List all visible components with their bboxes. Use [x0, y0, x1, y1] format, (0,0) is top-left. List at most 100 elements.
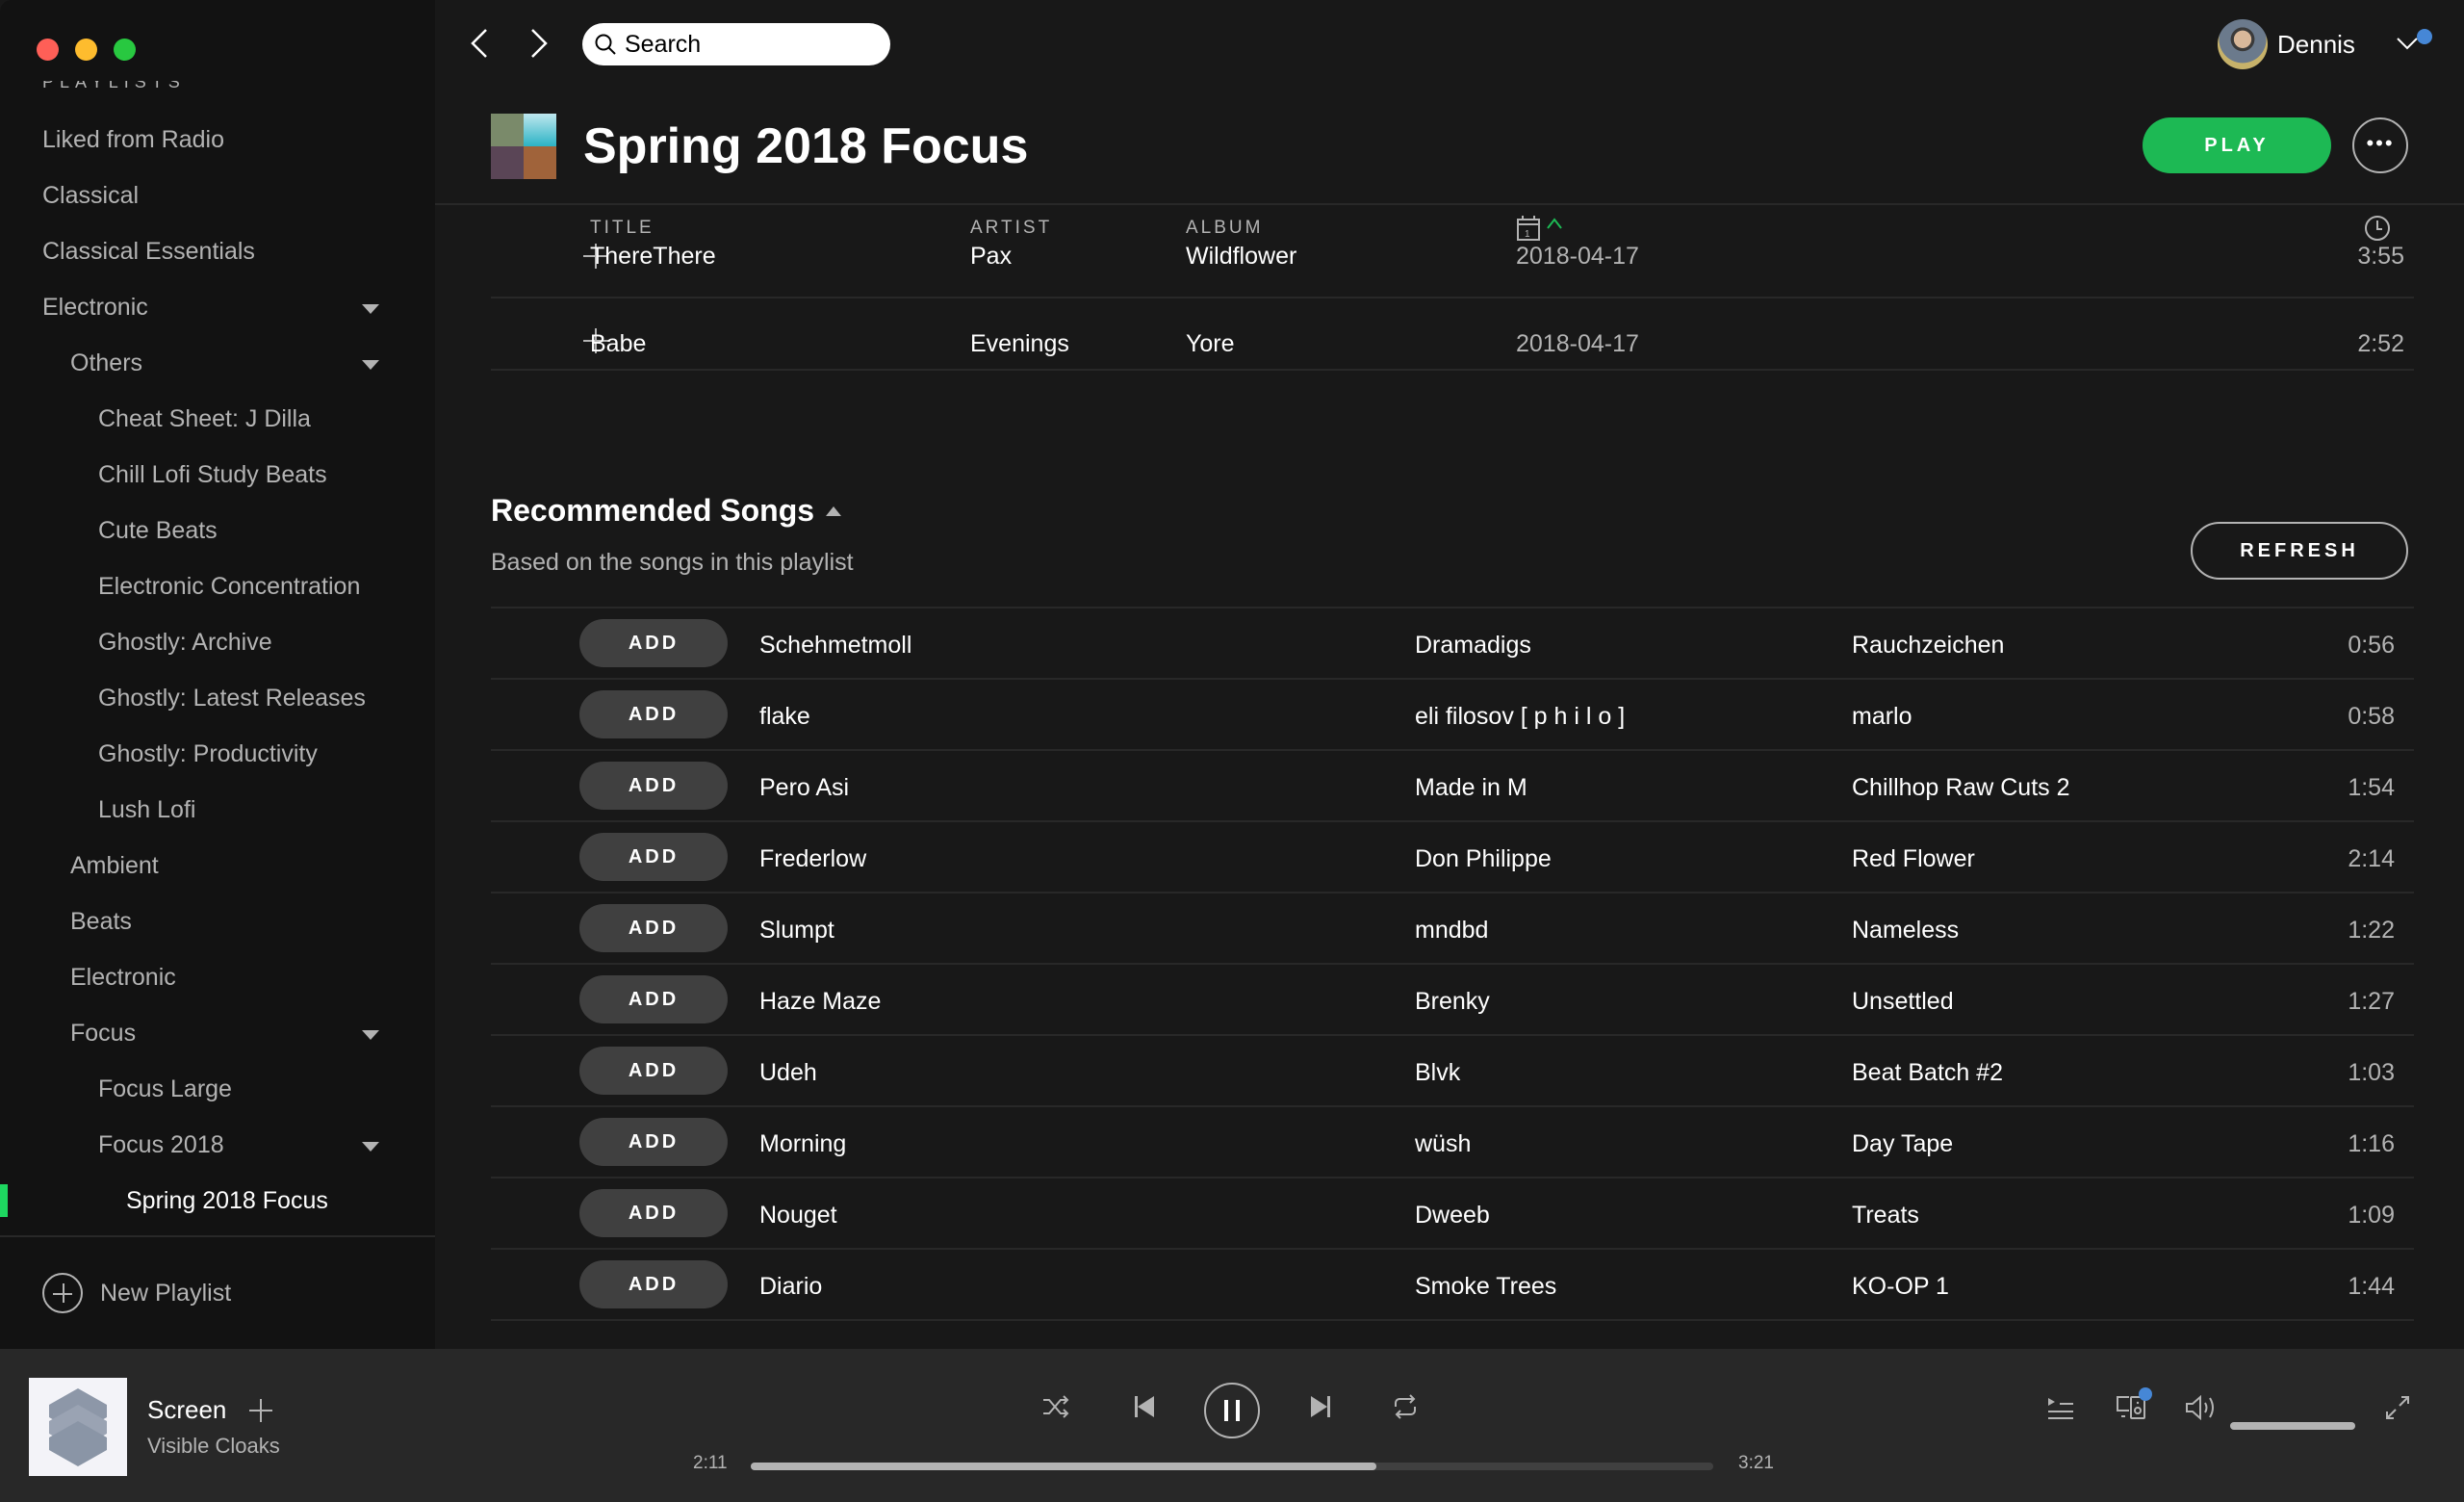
add-song-button[interactable]: ADD: [579, 975, 728, 1023]
track-row[interactable]: Babe Evenings Yore 2018-04-17 2:52: [491, 299, 2414, 371]
search-input[interactable]: [625, 30, 875, 59]
back-button[interactable]: [467, 27, 494, 60]
volume-button[interactable]: [2185, 1395, 2218, 1420]
devices-button[interactable]: [2116, 1387, 2154, 1422]
song-artist[interactable]: Smoke Trees: [1415, 1273, 1556, 1301]
song-artist[interactable]: Brenky: [1415, 988, 1490, 1016]
user-menu-button[interactable]: [2394, 29, 2432, 58]
recommended-songs-heading[interactable]: Recommended Songs: [491, 493, 842, 529]
song-artist[interactable]: Dweeb: [1415, 1202, 1490, 1230]
song-artist[interactable]: Blvk: [1415, 1059, 1460, 1087]
recommended-row[interactable]: ADD Schehmetmoll Dramadigs Rauchzeichen 0:56: [491, 609, 2414, 680]
maximize-window-button[interactable]: [114, 39, 136, 61]
track-album[interactable]: Yore: [1186, 330, 1235, 358]
queue-button[interactable]: [2047, 1397, 2074, 1420]
sidebar-playlist-item[interactable]: Ghostly: Productivity: [0, 726, 435, 782]
sidebar-playlist-item[interactable]: Electronic: [0, 949, 435, 1005]
track-artist[interactable]: Evenings: [970, 330, 1069, 358]
sidebar-playlist-item[interactable]: Electronic Concentration: [0, 558, 435, 614]
folder-caret-icon[interactable]: [362, 360, 379, 370]
fullscreen-button[interactable]: [2385, 1395, 2410, 1420]
add-song-button[interactable]: ADD: [579, 904, 728, 952]
play-button[interactable]: PLAY: [2143, 117, 2331, 173]
sidebar-playlist-item[interactable]: Spring 2018 Focus: [0, 1173, 435, 1229]
song-album[interactable]: Treats: [1852, 1202, 1919, 1230]
refresh-button[interactable]: REFRESH: [2191, 522, 2408, 580]
chevron-left-icon: [471, 29, 487, 58]
sidebar-playlist-item[interactable]: Ghostly: Latest Releases: [0, 670, 435, 726]
more-options-button[interactable]: •••: [2352, 117, 2408, 173]
recommended-row[interactable]: ADD Slumpt mndbd Nameless 1:22: [491, 893, 2414, 965]
folder-caret-icon[interactable]: [362, 304, 379, 314]
recommended-row[interactable]: ADD Nouget Dweeb Treats 1:09: [491, 1178, 2414, 1250]
progress-bar[interactable]: [751, 1463, 1713, 1470]
previous-button[interactable]: [1134, 1394, 1155, 1419]
song-artist[interactable]: Don Philippe: [1415, 845, 1552, 873]
sidebar-folder[interactable]: Others: [0, 335, 435, 391]
recommended-row[interactable]: ADD Haze Maze Brenky Unsettled 1:27: [491, 965, 2414, 1036]
song-artist[interactable]: wüsh: [1415, 1130, 1471, 1158]
song-artist[interactable]: eli filosov [ p h i l o ]: [1415, 703, 1625, 731]
sidebar-playlist-item[interactable]: Classical Essentials: [0, 223, 435, 279]
add-song-button[interactable]: ADD: [579, 619, 728, 667]
close-window-button[interactable]: [37, 39, 59, 61]
recommended-row[interactable]: ADD Frederlow Don Philippe Red Flower 2:14: [491, 822, 2414, 893]
sidebar-playlist-item[interactable]: Liked from Radio: [0, 112, 435, 168]
song-album[interactable]: Chillhop Raw Cuts 2: [1852, 774, 2070, 802]
folder-caret-icon[interactable]: [362, 1142, 379, 1152]
song-album[interactable]: Red Flower: [1852, 845, 1975, 873]
track-artist[interactable]: Pax: [970, 243, 1012, 271]
sidebar-playlist-item[interactable]: Beats: [0, 893, 435, 949]
repeat-button[interactable]: [1392, 1393, 1419, 1420]
shuffle-button[interactable]: [1041, 1395, 1070, 1418]
add-song-button[interactable]: ADD: [579, 1260, 728, 1308]
add-song-button[interactable]: ADD: [579, 1047, 728, 1095]
sidebar-playlist-item[interactable]: Focus Large: [0, 1061, 435, 1117]
add-song-button[interactable]: ADD: [579, 762, 728, 810]
sidebar-playlist-item[interactable]: Lush Lofi: [0, 782, 435, 838]
new-playlist-button[interactable]: New Playlist: [42, 1273, 231, 1313]
sidebar-folder[interactable]: Focus: [0, 1005, 435, 1061]
now-playing-artist[interactable]: Visible Cloaks: [147, 1434, 280, 1459]
recommended-row[interactable]: ADD Pero Asi Made in M Chillhop Raw Cuts 2 1…: [491, 751, 2414, 822]
folder-caret-icon[interactable]: [362, 1030, 379, 1040]
add-song-button[interactable]: ADD: [579, 1189, 728, 1237]
sidebar-playlist-item[interactable]: Classical: [0, 168, 435, 223]
now-playing-track[interactable]: Screen: [147, 1395, 226, 1425]
recommended-row[interactable]: ADD Udeh Blvk Beat Batch #2 1:03: [491, 1036, 2414, 1107]
recommended-row[interactable]: ADD Diario Smoke Trees KO-OP 1 1:44: [491, 1250, 2414, 1321]
add-song-button[interactable]: ADD: [579, 690, 728, 738]
search-box[interactable]: [582, 23, 890, 65]
sidebar-playlist-item[interactable]: Cute Beats: [0, 503, 435, 558]
song-album[interactable]: marlo: [1852, 703, 1912, 731]
sidebar-folder[interactable]: Focus 2018: [0, 1117, 435, 1173]
sidebar-playlist-item[interactable]: Ghostly: Archive: [0, 614, 435, 670]
song-album[interactable]: Beat Batch #2: [1852, 1059, 2003, 1087]
song-album[interactable]: Day Tape: [1852, 1130, 1953, 1158]
now-playing-cover[interactable]: [29, 1378, 127, 1476]
song-artist[interactable]: mndbd: [1415, 917, 1488, 945]
add-song-button[interactable]: ADD: [579, 1118, 728, 1166]
song-album[interactable]: Nameless: [1852, 917, 1959, 945]
song-artist[interactable]: Made in M: [1415, 774, 1527, 802]
volume-slider[interactable]: [2230, 1422, 2355, 1430]
user-profile[interactable]: Dennis: [2218, 19, 2355, 69]
next-button[interactable]: [1310, 1394, 1331, 1419]
sidebar-playlist-item[interactable]: Ambient: [0, 838, 435, 893]
song-album[interactable]: Rauchzeichen: [1852, 632, 2004, 660]
sidebar-folder[interactable]: Electronic: [0, 279, 435, 335]
save-track-plus-icon[interactable]: [249, 1398, 273, 1422]
forward-button[interactable]: [525, 27, 552, 60]
song-album[interactable]: Unsettled: [1852, 988, 1954, 1016]
recommended-row[interactable]: ADD flake eli filosov [ p h i l o ] marlo 0:…: [491, 680, 2414, 751]
track-album[interactable]: Wildflower: [1186, 243, 1296, 271]
recommended-row[interactable]: ADD Morning wüsh Day Tape 1:16: [491, 1107, 2414, 1178]
sidebar-playlist-item[interactable]: Cheat Sheet: J Dilla: [0, 391, 435, 447]
add-song-button[interactable]: ADD: [579, 833, 728, 881]
minimize-window-button[interactable]: [75, 39, 97, 61]
pause-button[interactable]: [1203, 1382, 1261, 1439]
song-artist[interactable]: Dramadigs: [1415, 632, 1531, 660]
song-album[interactable]: KO-OP 1: [1852, 1273, 1949, 1301]
sidebar-playlist-item[interactable]: Chill Lofi Study Beats: [0, 447, 435, 503]
track-row[interactable]: ThereThere Pax Wildflower 2018-04-17 3:55: [491, 227, 2414, 298]
